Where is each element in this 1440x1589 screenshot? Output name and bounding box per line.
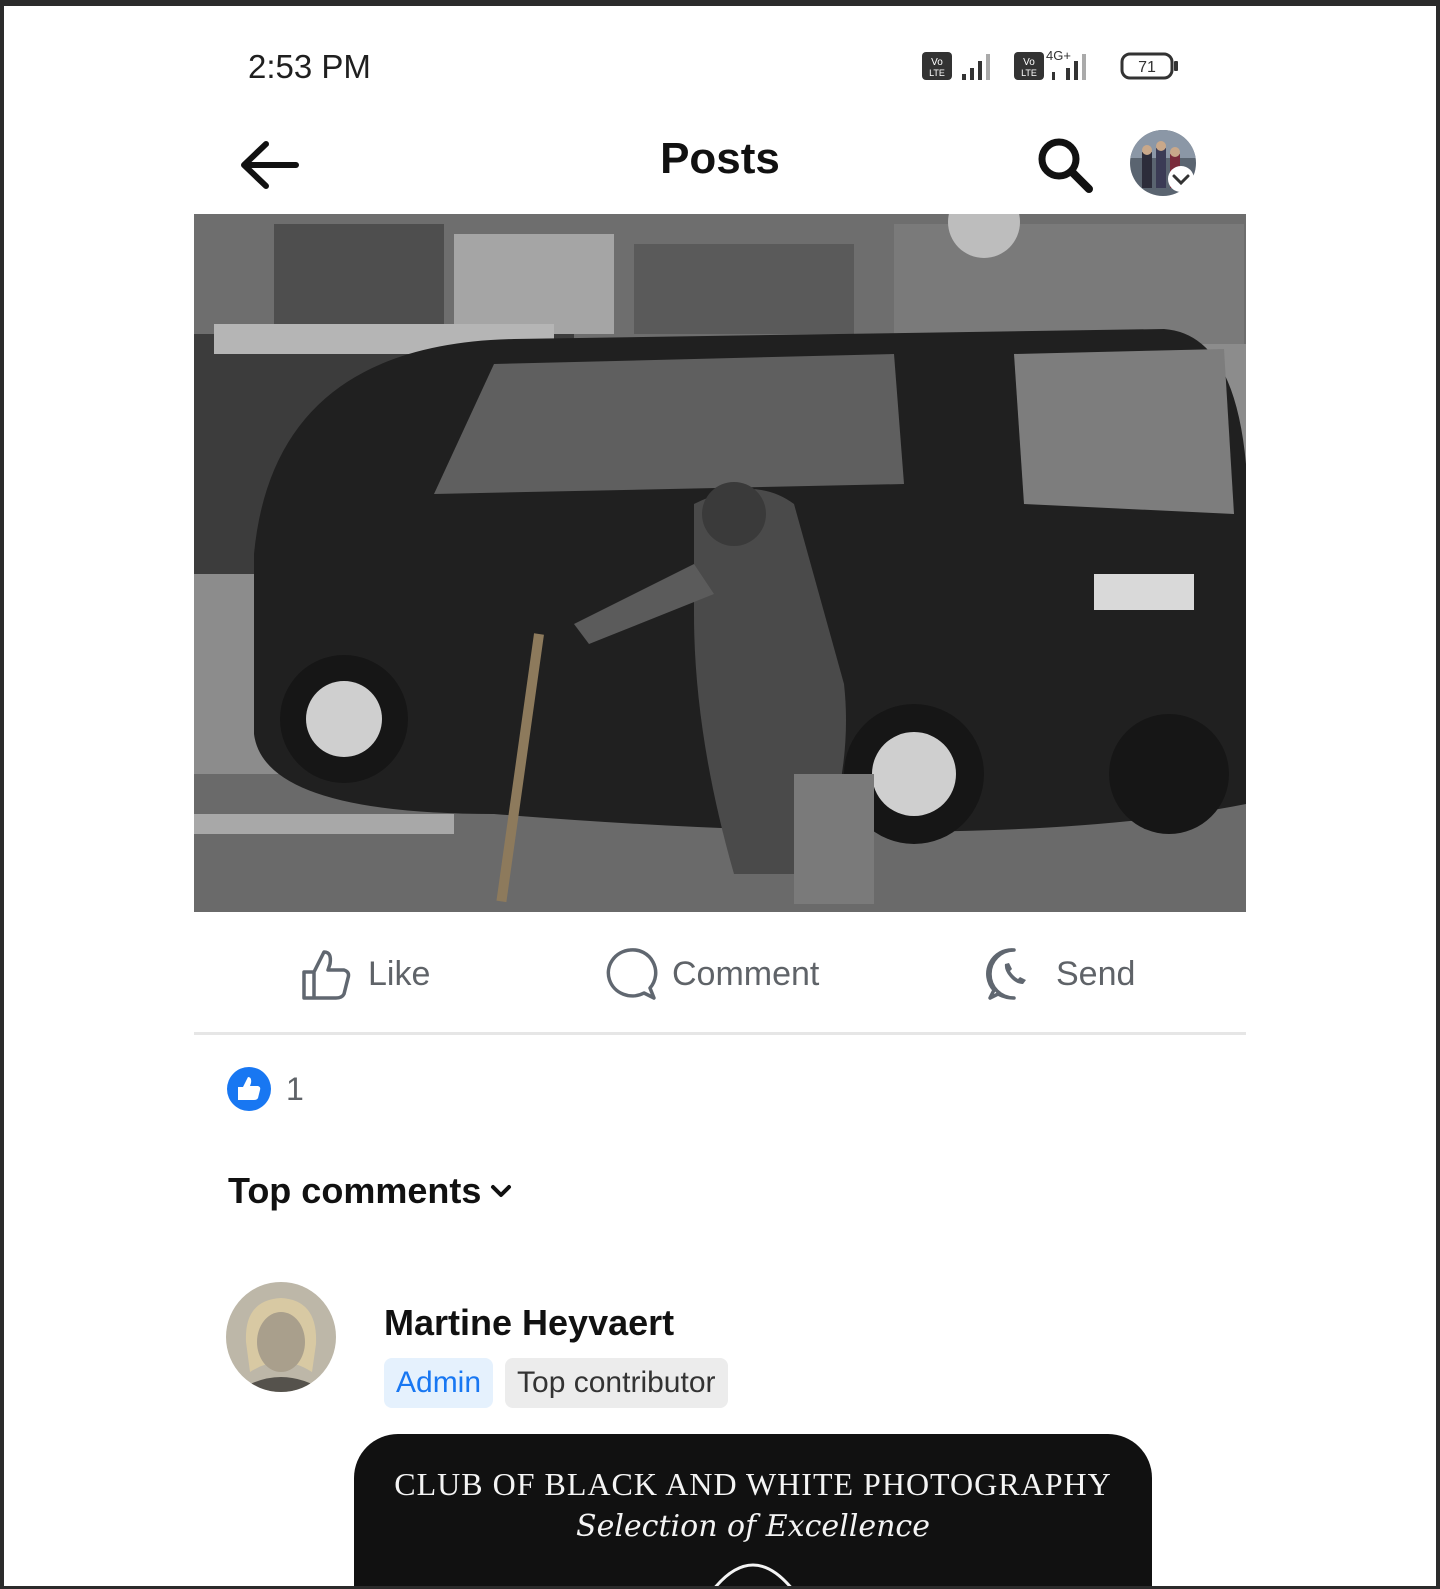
- svg-text:LTE: LTE: [1021, 68, 1037, 78]
- comment-sort-dropdown[interactable]: Top comments: [228, 1170, 521, 1212]
- author-photo: [226, 1282, 336, 1392]
- status-time: 2:53 PM: [248, 48, 371, 85]
- svg-text:Vo: Vo: [1023, 57, 1035, 68]
- top-contributor-badge: Top contributor: [505, 1358, 728, 1408]
- status-icons: Vo LTE Vo LTE 4G+ 71: [922, 48, 1178, 80]
- search-icon[interactable]: [1034, 134, 1096, 196]
- whatsapp-icon: [986, 948, 1026, 1000]
- comment-bubble-icon: [606, 948, 658, 1000]
- comment-button[interactable]: Comment: [602, 944, 819, 1004]
- comment-author-avatar[interactable]: [226, 1282, 336, 1392]
- svg-text:Vo: Vo: [931, 57, 943, 68]
- author-badges: Admin Top contributor: [384, 1358, 728, 1408]
- street-photo: [194, 214, 1246, 912]
- emblem-arc-icon: [714, 1563, 792, 1586]
- chevron-down-icon[interactable]: [1168, 166, 1194, 192]
- network-type-label: 4G+: [1046, 48, 1071, 63]
- like-label: Like: [368, 954, 431, 993]
- battery-icon: 71: [1120, 52, 1178, 80]
- volte-icon-2: Vo LTE: [1014, 52, 1044, 80]
- comment-author-name[interactable]: Martine Heyvaert: [384, 1302, 674, 1344]
- post-actions-bar: Like Comment Send: [194, 918, 1246, 1028]
- send-button[interactable]: Send: [986, 944, 1135, 1004]
- like-button[interactable]: Like: [298, 944, 430, 1004]
- reaction-count: 1: [286, 1070, 304, 1107]
- actions-divider: [194, 1032, 1246, 1035]
- page-title: Posts: [660, 134, 780, 183]
- nav-bar: Posts: [4, 116, 1436, 216]
- send-label: Send: [1056, 954, 1136, 993]
- chevron-down-icon: [491, 1185, 512, 1197]
- sort-label: Top comments: [228, 1170, 482, 1211]
- comment-label: Comment: [672, 954, 820, 993]
- comment-image-card[interactable]: CLUB OF BLACK AND WHITE PHOTOGRAPHY Sele…: [354, 1434, 1152, 1586]
- volte-icon-1: Vo LTE: [922, 52, 952, 80]
- status-bar: 2:53 PM Vo LTE Vo LTE 4G+ 71: [4, 6, 1436, 116]
- signal-icon-1: [962, 54, 990, 80]
- phone-screen: 2:53 PM Vo LTE Vo LTE 4G+ 71 Posts Like …: [4, 6, 1436, 1586]
- reaction-summary[interactable]: 1: [226, 1064, 304, 1114]
- post-image[interactable]: [194, 214, 1246, 912]
- card-subtitle: Selection of Excellence: [576, 1509, 930, 1544]
- card-title: CLUB OF BLACK AND WHITE PHOTOGRAPHY: [394, 1466, 1112, 1502]
- admin-badge: Admin: [384, 1358, 494, 1408]
- like-reaction-icon: [227, 1067, 271, 1111]
- battery-level: 71: [1138, 59, 1156, 76]
- svg-text:LTE: LTE: [929, 68, 945, 78]
- thumbs-up-icon: [302, 950, 351, 1000]
